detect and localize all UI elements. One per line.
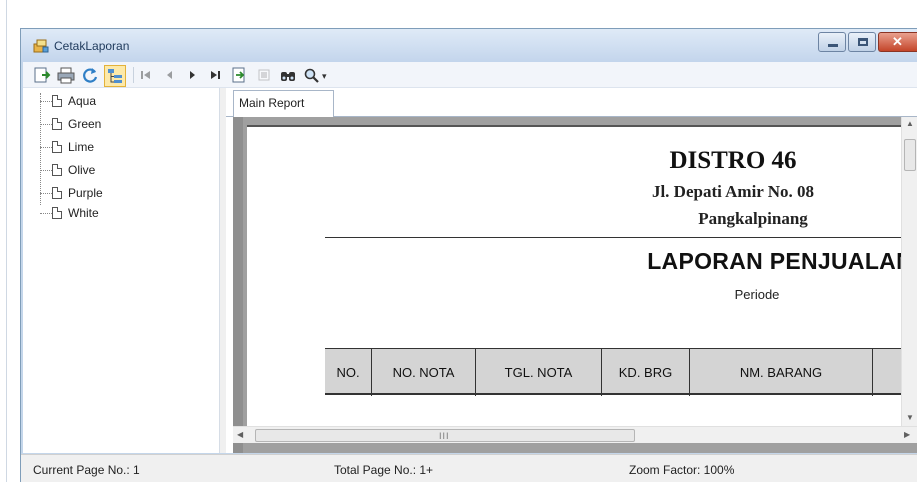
first-page-icon[interactable] bbox=[137, 66, 155, 84]
goto-page-icon[interactable] bbox=[230, 66, 248, 84]
minimize-button[interactable] bbox=[818, 32, 846, 52]
company-name: DISTRO 46 bbox=[669, 147, 797, 174]
tree-item[interactable]: Olive bbox=[40, 162, 95, 178]
total-pages-status: Total Page No.: 1+ bbox=[334, 463, 434, 477]
tree-branch bbox=[40, 192, 52, 194]
tab-strip: Main Report bbox=[226, 88, 917, 117]
vertical-scrollbar[interactable]: ▲ ▼ bbox=[901, 117, 917, 426]
refresh-icon[interactable] bbox=[81, 66, 99, 84]
horizontal-scroll-thumb[interactable]: III bbox=[255, 429, 635, 442]
report-window: CetakLaporan ✕ ▾ Aqua Green Lime Olive P… bbox=[20, 28, 917, 482]
next-page-icon[interactable] bbox=[183, 66, 201, 84]
zoom-dropdown-icon[interactable]: ▾ bbox=[322, 71, 327, 82]
outer-frame-line bbox=[6, 0, 7, 482]
tree-item[interactable]: Purple bbox=[40, 185, 103, 201]
close-button[interactable]: ✕ bbox=[878, 32, 917, 52]
scroll-right-icon[interactable]: ▶ bbox=[904, 430, 910, 439]
tree-branch bbox=[40, 169, 52, 171]
stop-icon[interactable] bbox=[255, 66, 273, 84]
company-city: Pangkalpinang bbox=[698, 209, 808, 228]
table-header-divider bbox=[325, 393, 907, 395]
tree-item-label: White bbox=[68, 206, 99, 220]
vertical-scroll-thumb[interactable] bbox=[904, 139, 916, 171]
table-header-row: NO. NO. NOTA TGL. NOTA KD. BRG NM. BARAN… bbox=[325, 348, 907, 396]
app-icon bbox=[33, 39, 49, 53]
report-title: LAPORAN PENJUALAN bbox=[647, 248, 907, 274]
group-tree: Aqua Green Lime Olive Purple White bbox=[23, 88, 220, 453]
toggle-tree-icon[interactable] bbox=[104, 65, 126, 87]
tree-branch bbox=[40, 100, 52, 102]
report-pane: Main Report DISTRO 46 Jl. Depati Amir No… bbox=[226, 88, 917, 453]
column-header: NO. NOTA bbox=[372, 349, 476, 396]
tree-item[interactable]: Aqua bbox=[40, 93, 96, 109]
status-bar: Current Page No.: 1 Total Page No.: 1+ Z… bbox=[21, 454, 917, 482]
tree-branch bbox=[40, 123, 52, 125]
report-canvas: DISTRO 46 Jl. Depati Amir No. 08 Pangkal… bbox=[233, 117, 917, 453]
viewer-body: Aqua Green Lime Olive Purple White Main … bbox=[23, 88, 917, 453]
report-page: DISTRO 46 Jl. Depati Amir No. 08 Pangkal… bbox=[247, 125, 907, 426]
maximize-icon bbox=[858, 38, 868, 46]
print-icon[interactable] bbox=[57, 66, 75, 84]
current-page-status: Current Page No.: 1 bbox=[33, 463, 140, 477]
column-header: NO. bbox=[325, 349, 372, 396]
export-icon[interactable] bbox=[33, 66, 51, 84]
document-icon bbox=[52, 207, 62, 219]
tree-item-label: Aqua bbox=[68, 94, 97, 108]
horizontal-scrollbar[interactable]: ◀ III ▶ bbox=[233, 426, 917, 443]
toolbar: ▾ bbox=[23, 62, 917, 88]
zoom-icon[interactable] bbox=[303, 66, 321, 84]
toolbar-separator bbox=[133, 67, 134, 83]
header-divider bbox=[325, 237, 907, 238]
scroll-down-icon[interactable]: ▼ bbox=[906, 413, 914, 422]
company-address: Jl. Depati Amir No. 08 bbox=[651, 182, 815, 201]
previous-page-icon[interactable] bbox=[161, 66, 179, 84]
report-period: Periode bbox=[734, 287, 780, 302]
tree-branch bbox=[40, 146, 52, 148]
tree-branch bbox=[40, 212, 52, 214]
scroll-up-icon[interactable]: ▲ bbox=[906, 119, 914, 128]
tree-item-label: Olive bbox=[68, 163, 96, 177]
tree-item-label: Green bbox=[68, 117, 102, 131]
scroll-grip: III bbox=[439, 431, 450, 441]
maximize-button[interactable] bbox=[848, 32, 876, 52]
tab-main-report[interactable]: Main Report bbox=[233, 90, 334, 117]
search-icon[interactable] bbox=[279, 66, 297, 84]
tree-item[interactable]: Green bbox=[40, 116, 101, 132]
document-icon bbox=[52, 141, 62, 153]
column-header: NM. BARANG bbox=[690, 349, 873, 396]
last-page-icon[interactable] bbox=[206, 66, 224, 84]
page-shadow bbox=[233, 117, 243, 453]
tree-item[interactable]: Lime bbox=[40, 139, 94, 155]
tree-item-label: Lime bbox=[68, 140, 95, 154]
tree-item-label: Purple bbox=[68, 186, 103, 200]
window-title: CetakLaporan bbox=[54, 39, 130, 53]
document-icon bbox=[52, 187, 62, 199]
scroll-left-icon[interactable]: ◀ bbox=[237, 430, 243, 439]
document-icon bbox=[52, 95, 62, 107]
column-header: TGL. NOTA bbox=[476, 349, 602, 396]
close-icon: ✕ bbox=[892, 34, 903, 49]
tree-item[interactable]: White bbox=[40, 205, 99, 221]
document-icon bbox=[52, 164, 62, 176]
document-icon bbox=[52, 118, 62, 130]
zoom-status: Zoom Factor: 100% bbox=[629, 463, 735, 477]
column-header: KD. BRG bbox=[602, 349, 690, 396]
title-bar[interactable]: CetakLaporan ✕ bbox=[21, 29, 917, 62]
minimize-icon bbox=[828, 44, 838, 47]
